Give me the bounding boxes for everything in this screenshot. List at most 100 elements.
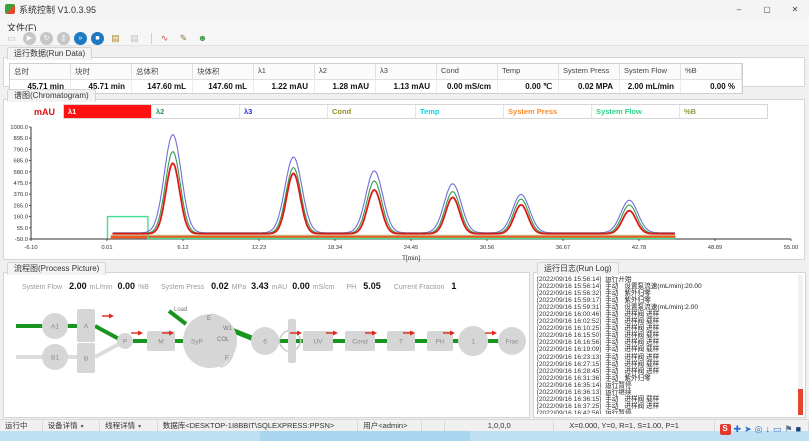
toolbar-stop-button[interactable]: ■ — [91, 32, 104, 45]
y-tick-label: 790.0 — [13, 147, 28, 153]
tray-settings-icon[interactable]: ◎ — [755, 424, 763, 434]
trace-λ2 — [113, 152, 675, 234]
log-timestamp: [2022/09/16 16:36:13] — [537, 389, 601, 396]
log-entry-11: [2022/09/16 16:23:13]手动进样阀 进样 — [537, 354, 796, 361]
log-operation: 手动 — [605, 396, 618, 403]
tray-move-icon[interactable]: ✚ — [734, 424, 742, 434]
node-label: SyP — [191, 339, 203, 346]
app-icon — [5, 4, 15, 14]
diagram-label-E: E — [207, 316, 211, 322]
tray-download-icon[interactable]: ↓ — [765, 424, 770, 434]
toolbar-fast-forward-button[interactable]: » — [74, 32, 87, 45]
system-tray: S✚➤◎↓▭⚑ ■ — [717, 421, 801, 437]
y-unit-label: mAU — [34, 107, 55, 117]
log-timestamp: [2022/09/16 15:56:14] — [537, 283, 601, 290]
log-entry-12: [2022/09/16 16:27:15]手动进样阀 载样 — [537, 361, 796, 368]
stat-label-5: PH — [347, 284, 357, 291]
legend-item-System Press[interactable]: System Press — [504, 105, 592, 118]
log-entry-17: [2022/09/16 16:36:15]手动进样阀 载样 — [537, 396, 796, 403]
run-data-title: 运行数据(Run Data) — [7, 47, 92, 60]
window-close-button[interactable]: ✕ — [781, 0, 809, 18]
window-maximize-button[interactable]: ▢ — [753, 0, 781, 18]
log-timestamp: [2022/09/16 16:42:56] — [537, 410, 601, 414]
x-tick-label: 0.01 — [101, 245, 112, 251]
log-operation: 运行暂停 — [605, 410, 631, 414]
toolbar-report-disabled-button: ▤ — [127, 32, 142, 45]
toolbar-curve-view-button[interactable]: ∿ — [157, 32, 172, 45]
tray-pointer-icon[interactable]: ➤ — [744, 424, 752, 434]
x-tick-label: 36.67 — [556, 245, 571, 251]
legend-item-λ3[interactable]: λ3 — [240, 105, 328, 118]
title-bar: 系统控制 V1.0.3.95 –▢✕ — [0, 0, 809, 19]
log-entry-13: [2022/09/16 16:28:45]手动进样阀 进样 — [537, 368, 796, 375]
log-scrollbar-thumb[interactable] — [798, 389, 803, 415]
legend-item-%B[interactable]: %B — [680, 105, 767, 118]
x-tick-label: 42.78 — [632, 245, 647, 251]
log-scrollbar[interactable] — [798, 275, 803, 415]
tray-user-icon[interactable]: ⚑ — [784, 424, 792, 434]
toolbar-report-button[interactable]: ▤ — [108, 32, 123, 45]
flow-arrow-head — [138, 331, 143, 336]
diagram-label-COL: COL — [217, 337, 230, 343]
run-log-box: [2022/09/16 15:56:14]运行开始[2022/09/16 15:… — [533, 272, 806, 418]
process-picture-group: 流程图(Process Picture) System Flow2.00mL/m… — [3, 262, 530, 418]
node-label: B — [84, 356, 88, 363]
chromatogram-chart: 1000.0895.0790.0685.0580.0475.0370.0265.… — [4, 122, 806, 267]
chart-legend: mAU λ1λ2λ3CondTempSystem PressSystem Flo… — [34, 104, 768, 119]
taskbar[interactable] — [0, 431, 809, 441]
node-label: Cond — [352, 339, 368, 346]
trace-λ3 — [113, 135, 675, 233]
tray-monitor-icon[interactable]: ▭ — [773, 424, 782, 434]
node-label: 6 — [263, 339, 267, 346]
stat-value-6: 1 — [451, 281, 456, 291]
y-tick-label: 895.0 — [13, 136, 28, 142]
toolbar-users-button[interactable]: ☻ — [195, 32, 210, 45]
status-device-details[interactable]: 设备详情▾ — [43, 421, 101, 431]
stat-label-2: System Press — [161, 284, 204, 291]
x-tick-label: 48.89 — [708, 245, 723, 251]
legend-item-λ1[interactable]: λ1 — [64, 105, 152, 118]
log-detail: 进样阀 载样 — [624, 361, 659, 368]
menu-bar: 文件(F) — [0, 18, 809, 31]
stat-label-6: Current Fraction — [394, 284, 445, 291]
tray-shield-icon[interactable]: ■ — [796, 424, 801, 434]
toolbar-edit-method-button[interactable]: ✎ — [176, 32, 191, 45]
legend-item-Temp[interactable]: Temp — [416, 105, 504, 118]
run-data-header-10: System Flow — [620, 64, 681, 80]
log-entry-18: [2022/09/16 16:37:25]手动进样阀 进样 — [537, 403, 796, 410]
process-picture-title: 流程图(Process Picture) — [7, 262, 106, 275]
log-timestamp: [2022/09/16 16:36:15] — [537, 396, 601, 403]
window-minimize-button[interactable]: – — [725, 0, 753, 18]
node-column[interactable] — [288, 319, 296, 363]
chromatogram-group: 谱图(Chromatogram) mAU λ1λ2λ3CondTempSyste… — [3, 89, 805, 260]
x-tick-label: 18.34 — [328, 245, 343, 251]
legend-item-Cond[interactable]: Cond — [328, 105, 416, 118]
node-label: T — [399, 339, 403, 346]
status-spacer-1 — [422, 421, 445, 431]
toolbar: ▭▶↻∥»■▤▤∿✎☻ — [0, 31, 809, 46]
tray-s-logo-icon[interactable]: S — [720, 424, 731, 435]
node-label: 1 — [471, 339, 475, 346]
taskbar-active-button[interactable] — [260, 431, 470, 441]
log-timestamp: [2022/09/16 16:37:25] — [537, 403, 601, 410]
stat-value-0: 2.00 — [69, 281, 87, 291]
log-detail: 进样阀 进样 — [624, 403, 659, 410]
x-tick-label: 24.45 — [404, 245, 419, 251]
run-data-header-2: 总体积 — [132, 64, 193, 80]
process-stats-row: System Flow2.00mL/min0.00%BSystem Press0… — [12, 281, 525, 291]
stat-value-2: 0.02 — [211, 281, 229, 291]
log-entry-19: [2022/09/16 16:42:56] 运行暂停 — [537, 410, 796, 414]
status-thread-details[interactable]: 线程详情▾ — [100, 421, 158, 431]
window-controls: –▢✕ — [725, 0, 809, 18]
log-operation: 运行暂停 — [605, 382, 631, 389]
run-data-header-0: 总时 — [10, 64, 71, 80]
x-tick-label: 30.56 — [480, 245, 495, 251]
run-data-header-9: System Press — [559, 64, 620, 80]
x-tick-label: -6.10 — [24, 245, 37, 251]
stat-value-3: 3.43 — [251, 281, 269, 291]
legend-item-λ2[interactable]: λ2 — [152, 105, 240, 118]
run-data-box: 总时块时总体积块体积λ1λ2λ3CondTempSystem PressSyst… — [3, 57, 805, 87]
diagram-label-W1: W1 — [223, 326, 233, 332]
legend-item-System Flow[interactable]: System Flow — [592, 105, 680, 118]
status-spacer-2 — [554, 421, 564, 431]
